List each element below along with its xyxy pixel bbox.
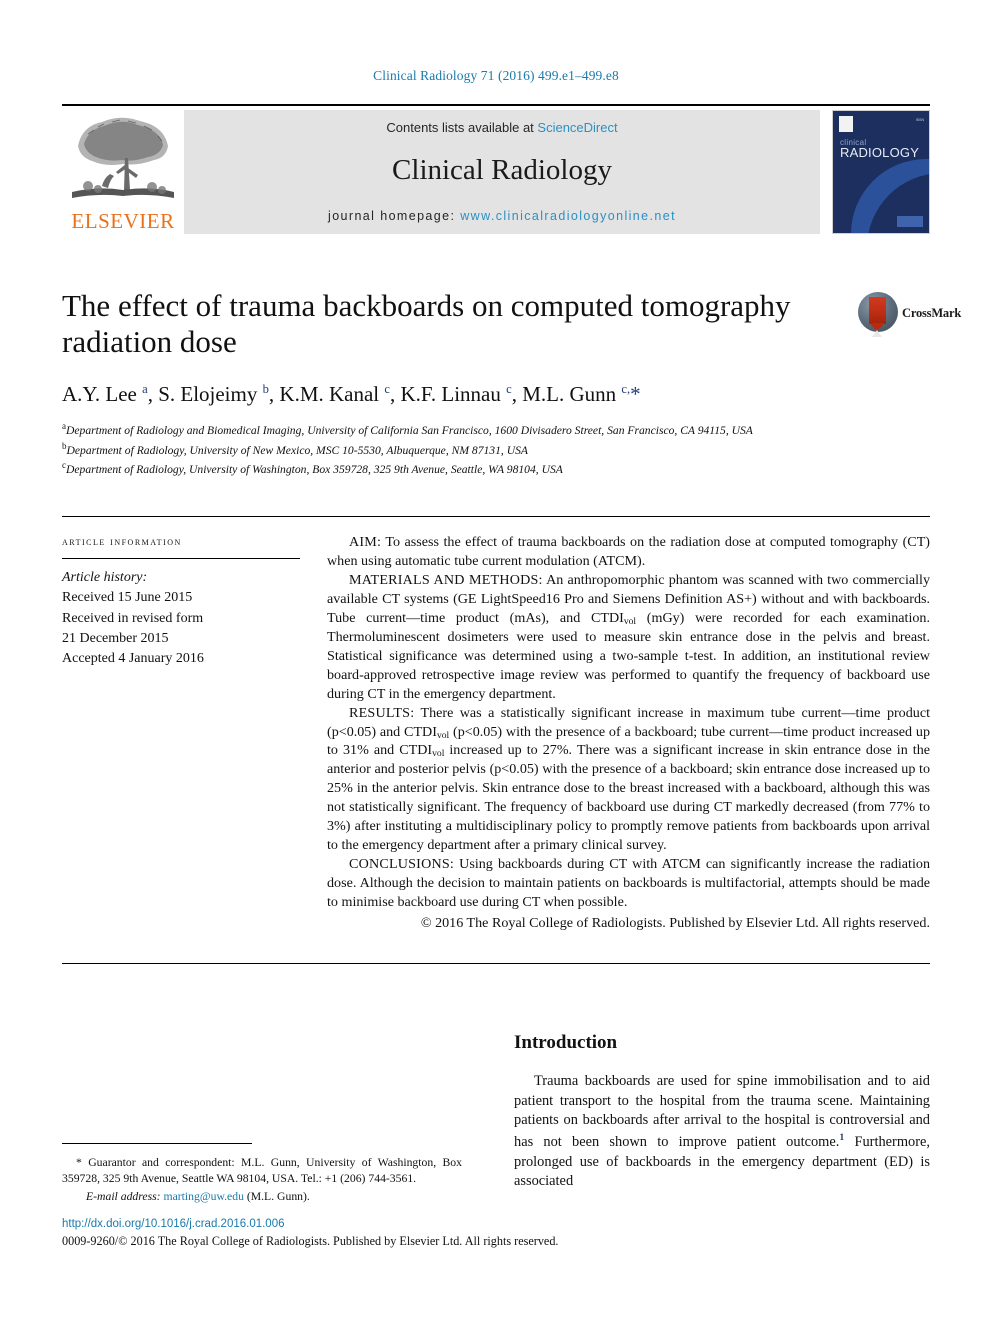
- article-history-label: Article history:: [62, 570, 148, 585]
- abstract-conclusions: CONCLUSIONS: Using backboards during CT …: [327, 855, 930, 912]
- abstract-aim-text: To assess the effect of trauma backboard…: [327, 534, 930, 569]
- journal-title: Clinical Radiology: [392, 154, 612, 186]
- doi-link[interactable]: http://dx.doi.org/10.1016/j.crad.2016.01…: [62, 1218, 285, 1230]
- sciencedirect-link[interactable]: ScienceDirect: [537, 120, 617, 135]
- homepage-prefix: journal homepage:: [328, 209, 461, 223]
- footnote-correspondent: * Guarantor and correspondent: M.L. Gunn…: [62, 1155, 462, 1188]
- abstract-copyright: © 2016 The Royal College of Radiologists…: [420, 915, 930, 932]
- abstract-results-sub-2: vol: [432, 748, 445, 760]
- running-head: Clinical Radiology 71 (2016) 499.e1–499.…: [373, 68, 619, 83]
- journal-homepage-link[interactable]: www.clinicalradiologyonline.net: [460, 209, 676, 223]
- paper-page: Clinical Radiology 71 (2016) 499.e1–499.…: [0, 0, 992, 1323]
- journal-masthead: ELSEVIER Contents lists available at Sci…: [62, 104, 930, 234]
- crossmark-circle-icon: [858, 292, 898, 337]
- affiliation-list: aDepartment of Radiology and Biomedical …: [62, 420, 892, 479]
- footnote-email-line: E-mail address: marting@uw.edu (M.L. Gun…: [62, 1189, 462, 1205]
- issn-copyright-line: 0009-9260/© 2016 The Royal College of Ra…: [62, 1234, 559, 1248]
- footnote-email-suffix: (M.L. Gunn).: [243, 1189, 310, 1203]
- abstract-results-sub-1: vol: [436, 729, 450, 741]
- introduction-body: Trauma backboards are used for spine imm…: [514, 1072, 930, 1192]
- cover-corner-text: ISSN: [915, 118, 924, 122]
- elsevier-wordmark: ELSEVIER: [71, 209, 175, 233]
- footnote-block: * Guarantor and correspondent: M.L. Gunn…: [62, 1155, 462, 1205]
- cover-footer-logo-icon: [897, 216, 923, 227]
- article-information-heading: Article information: [62, 536, 182, 548]
- footnote-rule: [62, 1143, 252, 1144]
- abstract-results-label: RESULTS:: [349, 704, 415, 721]
- affiliation-c: cDepartment of Radiology, University of …: [62, 459, 892, 479]
- journal-homepage-line: journal homepage: www.clinicalradiologyo…: [184, 209, 820, 223]
- abstract-methods-sub-1: vol: [623, 615, 637, 627]
- crossmark-badge[interactable]: CrossMark: [858, 292, 961, 337]
- crossmark-label: CrossMark: [902, 306, 962, 320]
- contents-prefix: Contents lists available at: [386, 120, 538, 135]
- footnote-email-label: E-mail address:: [86, 1189, 161, 1203]
- abstract-aim-label: AIM:: [349, 534, 382, 550]
- footnote-email-link[interactable]: marting@uw.edu: [163, 1190, 243, 1203]
- introduction-heading: Introduction: [514, 1032, 618, 1053]
- abstract-conclusions-label: CONCLUSIONS:: [349, 856, 454, 873]
- abstract-bottom-rule: [62, 963, 930, 964]
- article-history: Article history: Received 15 June 2015 R…: [62, 568, 300, 669]
- abstract-results: RESULTS: There was a statistically signi…: [327, 704, 930, 856]
- cover-title-large: RADIOLOGY: [840, 145, 920, 160]
- affiliation-text-b: Department of Radiology, University of N…: [66, 443, 528, 457]
- elsevier-logo: ELSEVIER: [62, 110, 184, 234]
- elsevier-tree-icon: [72, 117, 174, 198]
- footnote-correspondent-text: Guarantor and correspondent: M.L. Gunn, …: [62, 1156, 462, 1186]
- abstract-methods: MATERIALS AND METHODS: An anthropomorphi…: [327, 571, 930, 704]
- abstract-methods-label: MATERIALS AND METHODS:: [349, 571, 543, 588]
- affiliation-text-a: Department of Radiology and Biomedical I…: [66, 423, 753, 437]
- journal-cover-thumbnail: ISSN clinical RADIOLOGY: [832, 110, 930, 234]
- introduction-paragraph-1: Trauma backboards are used for spine imm…: [514, 1072, 930, 1192]
- article-history-accepted: Accepted 4 January 2016: [62, 651, 204, 667]
- affiliation-text-c: Department of Radiology, University of W…: [66, 463, 563, 477]
- contents-lists-line: Contents lists available at ScienceDirec…: [184, 120, 820, 135]
- author-list: A.Y. Lee a, S. Elojeimy b, K.M. Kanal c,…: [62, 382, 641, 406]
- affiliation-b: bDepartment of Radiology, University of …: [62, 440, 892, 460]
- article-information-block: Article information Article history: Rec…: [62, 536, 300, 669]
- journal-band: Contents lists available at ScienceDirec…: [184, 110, 820, 234]
- abstract-results-text-3: increased up to 27%. There was a signifi…: [327, 742, 930, 854]
- crossmark-notch-icon: [872, 330, 882, 337]
- article-history-revised-label: Received in revised form: [62, 610, 204, 626]
- crossmark-bookmark-icon: [869, 297, 886, 331]
- article-information-rule: [62, 558, 300, 559]
- article-history-revised-date: 21 December 2015: [62, 630, 169, 646]
- article-history-received: Received 15 June 2015: [62, 590, 193, 606]
- abstract-aim: AIM: To assess the effect of trauma back…: [327, 533, 930, 571]
- cover-elsevier-icon: [839, 116, 853, 132]
- page-title: The effect of trauma backboards on compu…: [62, 288, 791, 360]
- affiliation-a: aDepartment of Radiology and Biomedical …: [62, 420, 892, 440]
- abstract-top-rule: [62, 516, 930, 517]
- abstract-block: AIM: To assess the effect of trauma back…: [327, 533, 930, 933]
